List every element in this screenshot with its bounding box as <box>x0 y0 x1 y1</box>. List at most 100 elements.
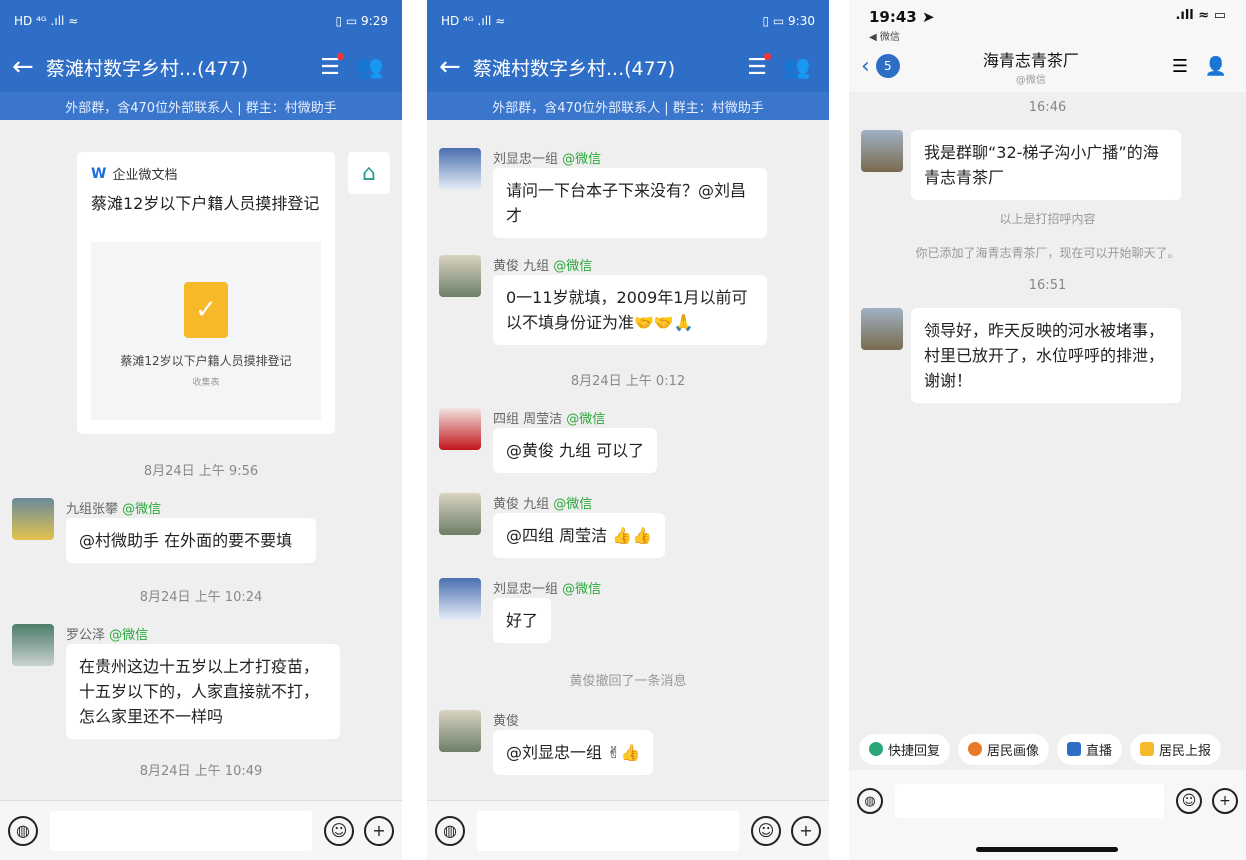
members-icon[interactable]: 👥 <box>350 55 390 80</box>
back-to-app[interactable]: ◀ 微信 <box>869 28 935 43</box>
sender-name: 四组 周莹洁 @微信 <box>493 412 606 427</box>
form-doc-icon: ✓ <box>184 282 228 338</box>
doc-preview: ✓ 蔡滩12岁以下户籍人员摸排登记 收集表 <box>91 242 321 420</box>
status-time: 19:43 ➤ <box>869 8 935 26</box>
timestamp: 16:46 <box>1028 100 1067 115</box>
menu-icon[interactable]: ☰ <box>737 52 777 80</box>
voice-icon[interactable]: ◍ <box>857 788 883 814</box>
message-input[interactable] <box>50 810 312 851</box>
message-bubble[interactable]: 好了 <box>493 598 552 643</box>
header: HD ⁴ᴳ .ıll ≈ ▯ ▭ 9:29 ← 蔡滩村数字乡村...(477) … <box>0 0 402 92</box>
plus-icon[interactable]: + <box>364 815 394 846</box>
resident-report-button[interactable]: 居民上报 <box>1130 733 1222 765</box>
system-note: 你已添加了海青志青茶厂，现在可以开始聊天了。 <box>915 246 1180 260</box>
message-bubble[interactable]: @村微助手 在外面的要不要填 <box>66 518 316 563</box>
chat-area: W 企业微文档 蔡滩12岁以下户籍人员摸排登记 ✓ 蔡滩12岁以下户籍人员摸排登记… <box>0 120 402 800</box>
emoji-icon[interactable]: ☺ <box>751 815 781 846</box>
sender-name: 黄俊 九组 @微信 <box>493 497 593 512</box>
quick-actions: 快捷回复 居民画像 直播 居民上报 <box>849 728 1246 770</box>
phone-screen-1: HD ⁴ᴳ .ıll ≈ ▯ ▭ 9:29 ← 蔡滩村数字乡村...(477) … <box>0 0 402 860</box>
plus-icon[interactable]: + <box>1212 788 1238 814</box>
message-bubble[interactable]: @刘显忠一组 ✌👍 <box>493 730 654 775</box>
back-chevron-icon[interactable]: ‹ <box>861 54 870 79</box>
notification-dot <box>764 52 771 60</box>
status-right: ▯ ▭ 9:29 <box>335 14 388 28</box>
preview-title: 蔡滩12岁以下户籍人员摸排登记 <box>120 354 292 368</box>
voice-icon[interactable]: ◍ <box>435 815 465 846</box>
resident-profile-button[interactable]: 居民画像 <box>958 733 1050 765</box>
doc-brand: W 企业微文档 <box>91 164 321 184</box>
phone-screen-3: 19:43 ➤ ◀ 微信 .ıll ≈ ▭ ‹ 5 海青志青茶厂 @微信 ☰ 👤… <box>849 0 1246 860</box>
avatar[interactable] <box>439 493 481 535</box>
timestamp: 8月24日 上午 10:49 <box>139 764 263 779</box>
timestamp: 8月24日 上午 0:12 <box>570 374 686 389</box>
village-assistant-avatar[interactable]: ⌂ <box>348 152 390 194</box>
avatar[interactable] <box>439 148 481 190</box>
message-bubble[interactable]: 领导好，昨天反映的河水被堵事，村里已放开了，水位呼呼的排泄，谢谢！ <box>911 308 1181 403</box>
chat-title: 海青志青茶厂 @微信 <box>900 47 1162 86</box>
back-arrow-icon[interactable]: ← <box>12 52 46 82</box>
status-bar: HD ⁴ᴳ .ıll ≈ ▯ ▭ 9:30 <box>427 0 829 42</box>
status-left: HD ⁴ᴳ .ıll ≈ <box>441 14 506 28</box>
plus-icon[interactable]: + <box>791 815 821 846</box>
menu-icon[interactable]: ☰ <box>310 52 350 80</box>
doc-brand-label: 企业微文档 <box>112 168 178 183</box>
status-bar: HD ⁴ᴳ .ıll ≈ ▯ ▭ 9:29 <box>0 0 402 42</box>
avatar[interactable] <box>439 578 481 620</box>
preview-subtitle: 收集表 <box>192 378 220 388</box>
doc-title: 蔡滩12岁以下户籍人员摸排登记 <box>91 194 320 213</box>
list-settings-icon[interactable]: ☰ <box>1162 56 1198 77</box>
group-title: 蔡滩村数字乡村...(477) <box>46 57 249 80</box>
back-arrow-icon[interactable]: ← <box>439 52 473 82</box>
avatar[interactable] <box>439 408 481 450</box>
emoji-icon[interactable]: ☺ <box>324 815 354 846</box>
wedoc-logo-icon: W <box>91 165 107 182</box>
header: HD ⁴ᴳ .ıll ≈ ▯ ▭ 9:30 ← 蔡滩村数字乡村...(477) … <box>427 0 829 92</box>
message-bubble[interactable]: @四组 周莹洁 👍👍 <box>493 513 666 558</box>
message-bubble[interactable]: 请问一下台本子下来没有？@刘昌才 <box>493 168 767 238</box>
home-indicator <box>976 847 1118 852</box>
signal-battery-icon: .ıll ≈ ▭ <box>1175 8 1226 23</box>
quick-reply-icon <box>869 742 883 756</box>
live-icon <box>1067 742 1082 756</box>
header: 19:43 ➤ ◀ 微信 .ıll ≈ ▭ ‹ 5 海青志青茶厂 @微信 ☰ 👤 <box>849 0 1246 92</box>
message-input[interactable] <box>895 784 1164 818</box>
sender-name: 罗公泽 @微信 <box>66 628 149 643</box>
avatar[interactable] <box>12 498 54 540</box>
doc-card[interactable]: W 企业微文档 蔡滩12岁以下户籍人员摸排登记 ✓ 蔡滩12岁以下户籍人员摸排登记… <box>77 152 335 434</box>
sender-name: 刘显忠一组 @微信 <box>493 582 602 597</box>
title-bar: ← 蔡滩村数字乡村...(477) ☰ 👥 <box>0 42 402 92</box>
message-bubble[interactable]: @黄俊 九组 可以了 <box>493 428 658 473</box>
timestamp: 8月24日 上午 10:24 <box>139 590 263 605</box>
title-bar: ‹ 5 海青志青茶厂 @微信 ☰ 👤 <box>849 40 1246 92</box>
title-bar: ← 蔡滩村数字乡村...(477) ☰ 👥 <box>427 42 829 92</box>
profile-icon <box>968 742 983 756</box>
voice-icon[interactable]: ◍ <box>8 815 38 846</box>
sender-name: 黄俊 <box>493 714 520 729</box>
chat-area: 16:46 我是群聊“32-梯子沟小广播”的海青志青茶厂 以上是打招呼内容 你已… <box>849 92 1246 728</box>
avatar[interactable] <box>861 308 903 350</box>
avatar[interactable] <box>439 710 481 752</box>
message-bubble[interactable]: 我是群聊“32-梯子沟小广播”的海青志青茶厂 <box>911 130 1181 200</box>
system-note: 以上是打招呼内容 <box>999 212 1096 226</box>
message-input[interactable] <box>477 810 739 851</box>
report-icon <box>1140 742 1155 756</box>
timestamp: 16:51 <box>1028 278 1067 293</box>
group-title: 蔡滩村数字乡村...(477) <box>473 57 676 80</box>
members-icon[interactable]: 👥 <box>777 55 817 80</box>
live-button[interactable]: 直播 <box>1057 733 1123 765</box>
avatar[interactable] <box>12 624 54 666</box>
quick-reply-button[interactable]: 快捷回复 <box>859 733 951 765</box>
sender-name: 刘显忠一组 @微信 <box>493 152 602 167</box>
contact-name: 海青志青茶厂 <box>982 50 1079 70</box>
sender-name: 黄俊 九组 @微信 <box>493 259 593 274</box>
avatar[interactable] <box>861 130 903 172</box>
unread-badge[interactable]: 5 <box>875 54 900 78</box>
emoji-icon[interactable]: ☺ <box>1176 788 1202 814</box>
avatar[interactable] <box>439 255 481 297</box>
status-bar: 19:43 ➤ ◀ 微信 .ıll ≈ ▭ <box>849 0 1246 43</box>
message-bubble[interactable]: 0一11岁就填，2009年1月以前可以不填身份证为准🤝🤝🙏 <box>493 275 767 345</box>
message-bubble[interactable]: 在贵州这边十五岁以上才打疫苗，十五岁以下的，人家直接就不打，怎么家里还不一样吗 <box>66 644 340 739</box>
profile-icon[interactable]: 👤 <box>1198 56 1234 77</box>
chat-area: 刘显忠一组 @微信 请问一下台本子下来没有？@刘昌才 黄俊 九组 @微信 0一1… <box>427 120 829 800</box>
